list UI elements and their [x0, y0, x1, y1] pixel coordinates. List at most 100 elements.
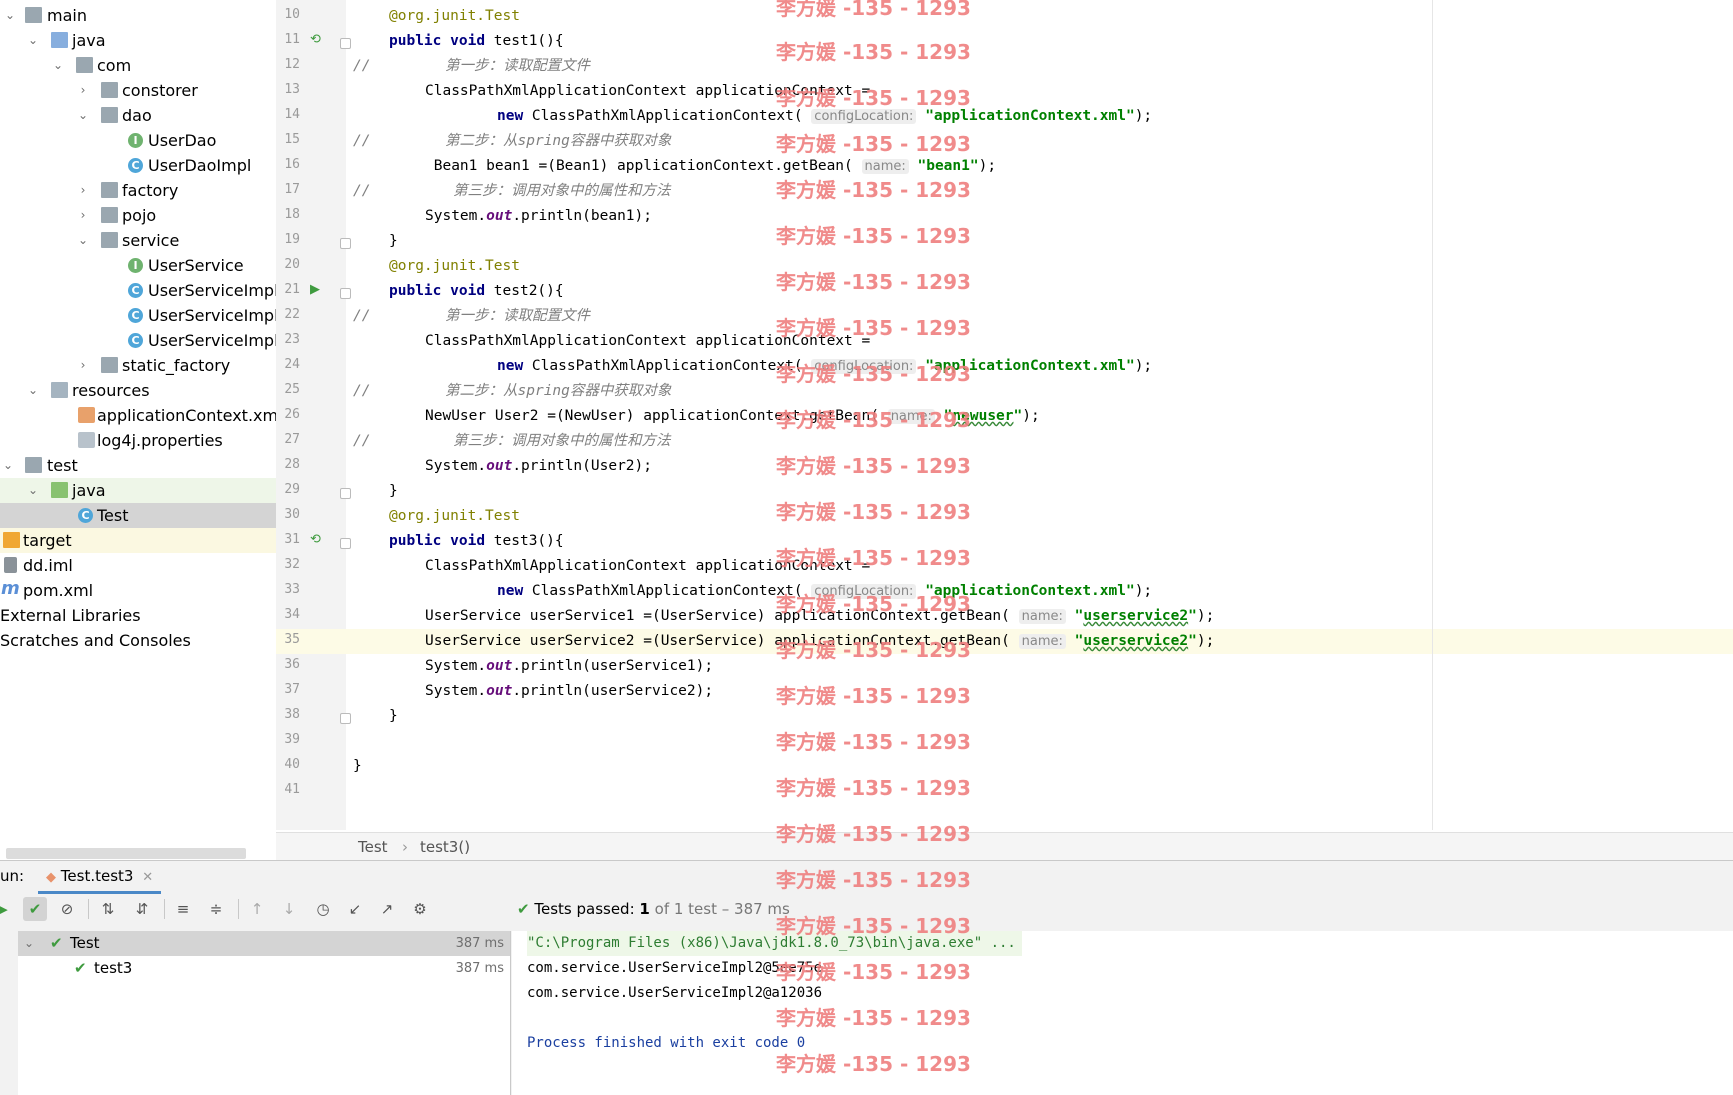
test-suite-row[interactable]: ⌄ ✔ Test 387 ms	[18, 931, 510, 956]
test-config-icon: ◆	[46, 870, 56, 885]
rerun-icon[interactable]: ▶	[0, 897, 14, 921]
chevron-down-icon[interactable]: ⌄	[51, 53, 65, 78]
toolbar-separator	[238, 899, 239, 919]
line-number: 10	[284, 7, 300, 22]
settings-gear-icon[interactable]: ⚙	[408, 897, 432, 921]
tree-item-factory[interactable]: › factory	[0, 178, 276, 203]
tree-item-test-java[interactable]: ⌄ java	[0, 478, 276, 503]
line-number: 37	[284, 682, 300, 697]
line-number: 32	[284, 557, 300, 572]
chevron-right-icon[interactable]: ›	[76, 78, 90, 103]
tree-item-target[interactable]: target	[0, 528, 276, 553]
show-ignored-icon[interactable]: ⊘	[55, 897, 79, 921]
chevron-down-icon[interactable]: ⌄	[76, 228, 90, 253]
chevron-down-icon[interactable]: ⌄	[26, 28, 40, 53]
chevron-down-icon[interactable]: ⌄	[3, 3, 17, 28]
run-test-rerun-icon[interactable]: ⟲	[310, 532, 321, 547]
import-tests-icon[interactable]: ↙	[343, 897, 367, 921]
console-line: com.service.UserServiceImpl2@a12036	[527, 985, 823, 1001]
tree-item-resources[interactable]: ⌄ resources	[0, 378, 276, 403]
interface-icon: I	[128, 133, 143, 148]
tree-item-applicationcontext-xml[interactable]: applicationContext.xml	[0, 403, 276, 428]
run-test-icon[interactable]: ▶	[310, 282, 320, 297]
code-line-current: UserService userService2 =(UserService) …	[425, 633, 1215, 649]
code-editor[interactable]: @org.junit.Test public void test1(){ // …	[347, 0, 1733, 830]
sort-by-duration-icon[interactable]: ⇵	[130, 897, 154, 921]
line-number: 38	[284, 707, 300, 722]
tree-item-java[interactable]: ⌄ java	[0, 28, 276, 53]
code-line: }	[389, 483, 398, 499]
tree-item-main[interactable]: ⌄ main	[0, 3, 276, 28]
tree-item-userserviceimpl2[interactable]: C UserServiceImpl2	[0, 303, 276, 328]
line-number: 33	[284, 582, 300, 597]
chevron-right-icon[interactable]: ›	[76, 353, 90, 378]
close-icon[interactable]: ✕	[142, 870, 153, 885]
toolbar-separator	[164, 899, 165, 919]
run-tabs: un: ◆ Test.test3 ✕	[0, 861, 1733, 894]
history-icon[interactable]: ◷	[311, 897, 335, 921]
tree-item-service[interactable]: ⌄ service	[0, 228, 276, 253]
class-icon: C	[128, 283, 143, 298]
breadcrumb-class[interactable]: Test	[358, 833, 388, 861]
chevron-down-icon[interactable]: ⌄	[24, 931, 34, 956]
tree-item-userserviceimpl3[interactable]: C UserServiceImpl3	[0, 328, 276, 353]
code-line: System.out.println(User2);	[425, 458, 652, 474]
code-line: ClassPathXmlApplicationContext applicati…	[425, 558, 871, 574]
param-hint: configLocation:	[811, 584, 917, 599]
console-output[interactable]: "C:\Program Files (x86)\Java\jdk1.8.0_73…	[512, 931, 1733, 1095]
tree-item-pojo[interactable]: › pojo	[0, 203, 276, 228]
code-line: UserService userService1 =(UserService) …	[425, 608, 1215, 624]
tree-item-static-factory[interactable]: › static_factory	[0, 353, 276, 378]
chevron-down-icon[interactable]: ⌄	[26, 478, 40, 503]
tree-item-pom-xml[interactable]: m pom.xml	[0, 578, 276, 603]
param-hint: name:	[887, 409, 935, 424]
tree-item-external-libraries[interactable]: External Libraries	[0, 603, 276, 628]
run-label: un:	[0, 867, 25, 885]
code-line: @org.junit.Test	[389, 8, 520, 24]
interface-icon: I	[128, 258, 143, 273]
code-line: //	[353, 58, 371, 74]
package-icon	[101, 182, 118, 198]
package-icon	[101, 107, 118, 123]
tree-item-log4j-properties[interactable]: log4j.properties	[0, 428, 276, 453]
sort-alphabetically-icon[interactable]: ⇅	[96, 897, 120, 921]
tree-item-dd-iml[interactable]: dd.iml	[0, 553, 276, 578]
tree-item-com[interactable]: ⌄ com	[0, 53, 276, 78]
chevron-down-icon[interactable]: ⌄	[1, 453, 15, 478]
check-icon: ✔	[517, 900, 530, 918]
previous-failed-icon[interactable]: ↑	[245, 897, 269, 921]
code-line: public void test3(){	[389, 533, 564, 549]
next-failed-icon[interactable]: ↓	[277, 897, 301, 921]
chevron-right-icon[interactable]: ›	[76, 178, 90, 203]
line-number: 17	[284, 182, 300, 197]
test-case-row[interactable]: ✔ test3 387 ms	[18, 956, 510, 981]
tree-item-userservice[interactable]: I UserService	[0, 253, 276, 278]
expand-all-icon[interactable]: ≡	[171, 897, 195, 921]
tree-item-test[interactable]: ⌄ test	[0, 453, 276, 478]
code-line: public void test2(){	[389, 283, 564, 299]
show-passed-icon[interactable]: ✔	[23, 897, 47, 921]
breadcrumb-separator: ›	[402, 838, 408, 856]
chevron-right-icon[interactable]: ›	[76, 203, 90, 228]
passed-check-icon: ✔	[74, 959, 87, 977]
export-tests-icon[interactable]: ↗	[375, 897, 399, 921]
tree-item-userserviceimpl[interactable]: C UserServiceImpl	[0, 278, 276, 303]
code-line: }	[389, 233, 398, 249]
breadcrumb-method[interactable]: test3()	[420, 833, 470, 861]
chevron-down-icon[interactable]: ⌄	[26, 378, 40, 403]
tree-item-test-class[interactable]: C Test	[0, 503, 276, 528]
collapse-all-icon[interactable]: ≑	[204, 897, 228, 921]
param-hint: configLocation:	[811, 109, 917, 124]
tree-item-userdao[interactable]: I UserDao	[0, 128, 276, 153]
folder-icon	[25, 457, 42, 473]
tree-item-scratches[interactable]: Scratches and Consoles	[0, 628, 276, 653]
tree-item-constorer[interactable]: › constorer	[0, 78, 276, 103]
console-line-exit: Process finished with exit code 0	[527, 1035, 806, 1051]
tab-test-test3[interactable]: ◆ Test.test3 ✕	[38, 861, 162, 894]
passed-check-icon: ✔	[50, 934, 63, 952]
tree-item-userdaoimpl[interactable]: C UserDaoImpl	[0, 153, 276, 178]
run-test-rerun-icon[interactable]: ⟲	[310, 32, 321, 47]
chevron-down-icon[interactable]: ⌄	[76, 103, 90, 128]
tree-item-dao[interactable]: ⌄ dao	[0, 103, 276, 128]
tree-horizontal-scrollbar[interactable]	[6, 848, 246, 859]
